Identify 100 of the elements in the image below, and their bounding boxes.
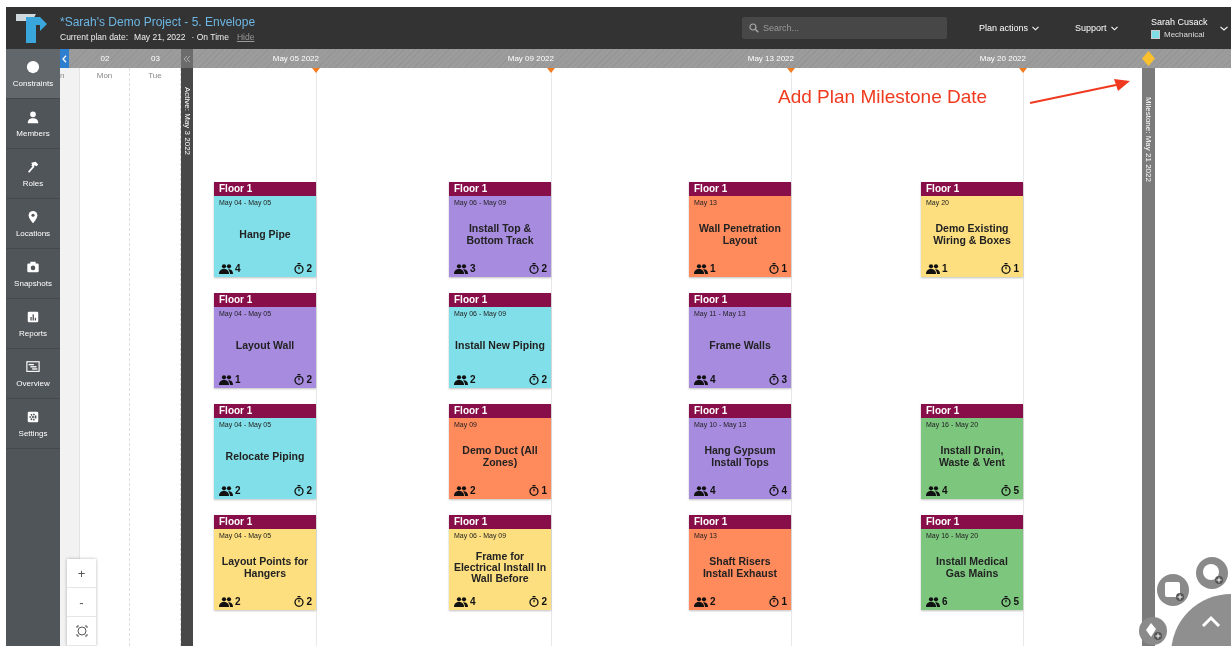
crew-count: 2	[470, 485, 476, 496]
card-location: Floor 1	[926, 516, 960, 527]
menu-button[interactable]: Support	[1075, 23, 1125, 33]
stopwatch-icon	[294, 485, 305, 496]
crew-icon	[454, 596, 468, 607]
card-location: Floor 1	[694, 405, 728, 416]
stopwatch-icon	[294, 374, 305, 385]
stopwatch-icon	[529, 485, 540, 496]
crew-icon	[219, 263, 233, 274]
crew-count: 4	[710, 485, 716, 496]
constraints-icon	[26, 59, 40, 74]
crew-icon	[694, 263, 708, 274]
stopwatch-icon	[529, 596, 540, 607]
add-circle-button[interactable]	[1195, 556, 1229, 590]
chevron-left-icon	[62, 54, 67, 63]
plan-date-label: Current plan date:	[60, 31, 129, 42]
stopwatch-icon	[769, 485, 780, 496]
zoom-out-button[interactable]: -	[67, 588, 96, 617]
plan-status: · On Time	[191, 31, 229, 42]
crew-count: 1	[710, 263, 716, 274]
card-location: Floor 1	[694, 183, 728, 194]
search-field[interactable]: Search...	[742, 17, 947, 39]
duration: 5	[1013, 485, 1019, 496]
crew-icon	[926, 596, 940, 607]
plan-date: May 21, 2022	[134, 31, 186, 42]
card-title: Install Drain, Waste & Vent	[937, 445, 1007, 468]
crew-count: 3	[470, 263, 476, 274]
stopwatch-icon	[769, 596, 780, 607]
crew-icon	[926, 485, 940, 496]
day-number: 02	[100, 54, 110, 63]
collapse-button[interactable]	[181, 49, 193, 68]
crew-count: 4	[470, 596, 476, 607]
active-date-label: Active: May 3 2022	[182, 87, 192, 156]
card-location: Floor 1	[694, 516, 728, 527]
stopwatch-icon	[529, 374, 540, 385]
chevron-down-icon	[1110, 25, 1118, 31]
duration: 2	[306, 374, 312, 385]
duration: 1	[1013, 263, 1019, 274]
hide-link[interactable]: Hide	[236, 31, 255, 42]
crew-icon	[694, 596, 708, 607]
crew-icon	[219, 485, 233, 496]
chevron-down-icon[interactable]	[1220, 25, 1228, 31]
card-location: Floor 1	[926, 405, 960, 416]
card-title: Layout Points for Hangers	[220, 556, 310, 579]
card-location: Floor 1	[219, 516, 253, 527]
day-number: 03	[151, 54, 160, 63]
card-title: Frame for Electrical Install In Wall Before	[453, 550, 547, 584]
duration: 2	[306, 263, 312, 274]
day-name: n	[60, 71, 65, 80]
stopwatch-icon	[294, 263, 305, 274]
duration: 2	[541, 596, 547, 607]
crew-count: 2	[235, 485, 241, 496]
crew-count: 6	[942, 596, 948, 607]
scroll-left-button[interactable]	[60, 49, 69, 68]
settings-icon	[26, 409, 40, 424]
card-title: Hang Pipe	[239, 229, 291, 240]
add-milestone-button[interactable]	[1138, 616, 1168, 646]
card-location: Floor 1	[454, 294, 488, 305]
add-note-button[interactable]	[1156, 573, 1190, 607]
duration: 4	[781, 485, 787, 496]
overview-icon	[26, 359, 40, 374]
fit-view-button[interactable]	[67, 617, 96, 646]
card-title: Frame Walls	[709, 340, 771, 351]
stopwatch-icon	[1001, 596, 1012, 607]
zoom-in-button[interactable]: +	[67, 559, 96, 588]
card-location: Floor 1	[219, 183, 253, 194]
day-name: Tue	[148, 71, 162, 80]
menu-button[interactable]: Plan actions	[979, 23, 1045, 33]
crew-count: 2	[235, 596, 241, 607]
person-icon	[26, 109, 40, 124]
duration: 1	[781, 596, 787, 607]
duration: 3	[781, 374, 787, 385]
card-title: Hang Gypsum Install Tops	[703, 445, 777, 468]
double-chevron-left-icon	[183, 54, 191, 63]
card-title: Relocate Piping	[225, 451, 305, 462]
crew-icon	[219, 596, 233, 607]
user-role: Mechanical	[1164, 30, 1205, 39]
crew-icon	[694, 485, 708, 496]
column-date: May 13 2022	[747, 54, 794, 63]
crew-icon	[454, 263, 468, 274]
chevron-down-icon	[1032, 25, 1040, 31]
sidebar-item[interactable]: Constraints	[6, 49, 60, 99]
crew-count: 2	[470, 374, 476, 385]
crew-icon	[454, 374, 468, 385]
crew-count: 4	[942, 485, 948, 496]
card-title: Install Medical Gas Mains	[935, 556, 1009, 579]
column-date: May 05 2022	[272, 54, 319, 63]
stopwatch-icon	[1001, 263, 1012, 274]
milestone-label: Milestone: May 21 2022	[1144, 97, 1153, 182]
card-title: Layout Wall	[235, 340, 295, 351]
duration: 2	[541, 263, 547, 274]
stopwatch-icon	[294, 596, 305, 607]
card-title: Demo Existing Wiring & Boxes	[932, 223, 1012, 246]
role-swatch	[1151, 30, 1160, 39]
crew-icon	[926, 263, 940, 274]
column-date: May 09 2022	[507, 54, 554, 63]
duration: 2	[541, 374, 547, 385]
card-location: Floor 1	[454, 405, 488, 416]
card-location: Floor 1	[454, 183, 488, 194]
duration: 2	[306, 596, 312, 607]
